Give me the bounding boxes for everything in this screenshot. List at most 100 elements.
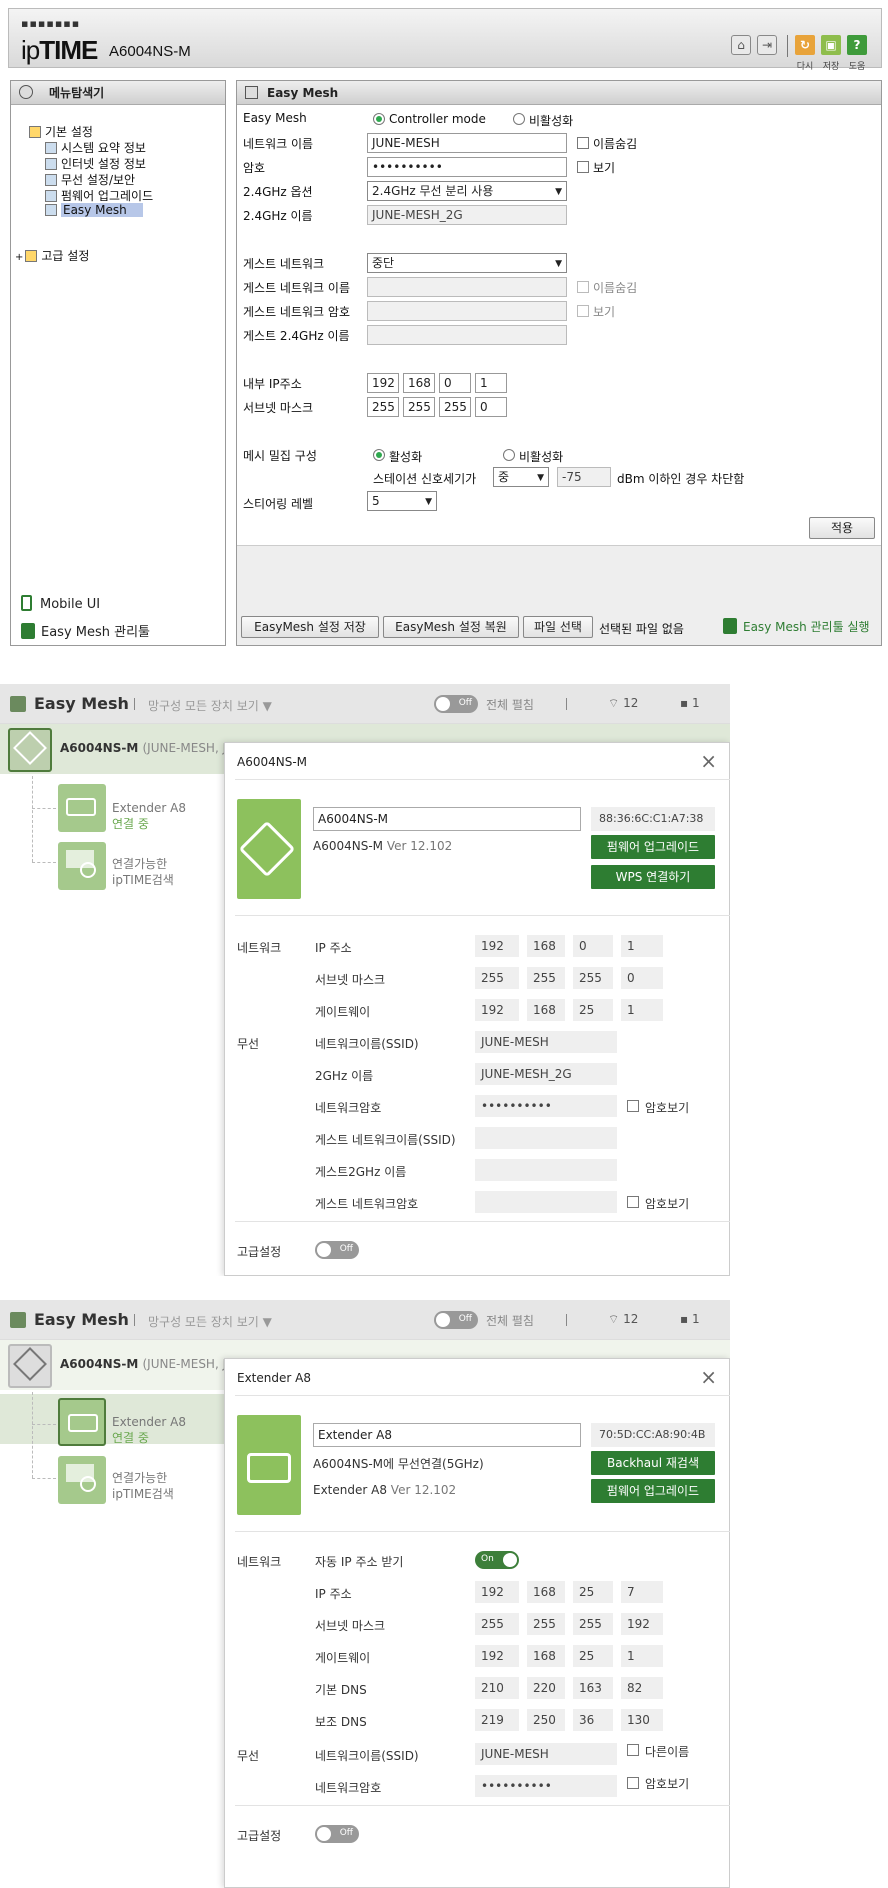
help-icon[interactable]: ? <box>847 35 867 55</box>
tree-advanced[interactable]: + 고급 설정 <box>15 247 89 264</box>
close-icon[interactable]: × <box>700 1365 717 1389</box>
guest24-input[interactable] <box>367 325 567 345</box>
firmware-upgrade-button[interactable]: 펌웨어 업그레이드 <box>591 1479 715 1503</box>
dns2-octet-3[interactable]: 36 <box>573 1709 613 1731</box>
expand-all-toggle[interactable]: Off <box>434 695 478 713</box>
mask-octet-2[interactable]: 255 <box>527 1613 565 1635</box>
ip-octet-3[interactable]: 25 <box>573 1581 613 1603</box>
ip-octet-3[interactable]: 0 <box>573 935 613 957</box>
guest2g-input[interactable] <box>475 1159 617 1181</box>
ip-octet-2[interactable]: 168 <box>403 373 435 393</box>
mesh-enable-radio[interactable] <box>373 449 385 461</box>
gw-octet-2[interactable]: 168 <box>527 1645 565 1667</box>
logout-icon[interactable]: ⇥ <box>757 35 777 55</box>
device-name-input[interactable]: Extender A8 <box>313 1423 581 1447</box>
firmware-upgrade-button[interactable]: 펌웨어 업그레이드 <box>591 835 715 859</box>
wps-connect-button[interactable]: WPS 연결하기 <box>591 865 715 889</box>
gw-octet-4[interactable]: 1 <box>621 1645 663 1667</box>
ip-octet-4[interactable]: 7 <box>621 1581 663 1603</box>
other-name-checkbox[interactable] <box>627 1744 639 1756</box>
ip-octet-1[interactable]: 192 <box>475 1581 519 1603</box>
tree-item-internet[interactable]: 인터넷 설정 정보 <box>45 155 146 172</box>
ip-octet-2[interactable]: 168 <box>527 935 565 957</box>
dns1-octet-1[interactable]: 210 <box>475 1677 519 1699</box>
tree-basic[interactable]: 기본 설정 <box>29 123 93 140</box>
gw-octet-1[interactable]: 192 <box>475 999 519 1021</box>
tree-item-summary[interactable]: 시스템 요약 정보 <box>45 139 146 156</box>
mesh-disable-radio[interactable] <box>503 449 515 461</box>
password-input[interactable]: •••••••••• <box>475 1775 617 1797</box>
save-config-button[interactable]: EasyMesh 설정 저장 <box>241 616 379 638</box>
restore-config-button[interactable]: EasyMesh 설정 복원 <box>383 616 519 638</box>
extender-entry[interactable]: Extender A8 연결 중 <box>112 800 186 832</box>
show-password-checkbox[interactable] <box>627 1777 639 1789</box>
mask-octet-4[interactable]: 192 <box>621 1613 663 1635</box>
guest-hide-name-checkbox[interactable] <box>577 281 589 293</box>
ip-octet-4[interactable]: 1 <box>475 373 507 393</box>
close-icon[interactable]: × <box>700 749 717 773</box>
mask-octet-2[interactable]: 255 <box>403 397 435 417</box>
mask-octet-2[interactable]: 255 <box>527 967 565 989</box>
filter-dropdown[interactable]: 망구성 모든 장치 보기 ▼ <box>148 1313 272 1330</box>
guest-network-select[interactable]: 중단 <box>367 253 567 273</box>
search-device-icon[interactable] <box>58 842 106 890</box>
hide-name-checkbox[interactable] <box>577 137 589 149</box>
station-signal-select[interactable]: 중 <box>493 467 549 487</box>
dns2-octet-1[interactable]: 219 <box>475 1709 519 1731</box>
expand-all-toggle[interactable]: Off <box>434 1311 478 1329</box>
file-select-button[interactable]: 파일 선택 <box>523 616 593 638</box>
mask-octet-3[interactable]: 255 <box>439 397 471 417</box>
search-entry[interactable]: 연결가능한 ipTIME검색 <box>112 856 174 888</box>
show-password-checkbox[interactable] <box>627 1100 639 1112</box>
guest-name-input[interactable] <box>367 277 567 297</box>
mask-octet-4[interactable]: 0 <box>475 397 507 417</box>
ip-octet-1[interactable]: 192 <box>367 373 399 393</box>
save-icon[interactable]: ▣ <box>821 35 841 55</box>
mobile-ui-link[interactable]: Mobile UI <box>21 595 100 612</box>
expand-plus-icon[interactable]: + <box>15 252 23 263</box>
mask-octet-1[interactable]: 255 <box>475 1613 519 1635</box>
ssid-input[interactable]: JUNE-MESH <box>475 1031 617 1053</box>
mask-octet-1[interactable]: 255 <box>367 397 399 417</box>
refresh-icon[interactable]: ↻ <box>795 35 815 55</box>
backhaul-rescan-button[interactable]: Backhaul 재검색 <box>591 1451 715 1475</box>
filter-dropdown[interactable]: 망구성 모든 장치 보기 ▼ <box>148 697 272 714</box>
tree-item-easymesh[interactable]: Easy Mesh <box>45 203 143 217</box>
guest-ssid-input[interactable] <box>475 1127 617 1149</box>
extender-entry[interactable]: Extender A8 연결 중 <box>112 1414 186 1446</box>
guest-password-input[interactable] <box>475 1191 617 1213</box>
gw-octet-4[interactable]: 1 <box>621 999 663 1021</box>
dns1-octet-4[interactable]: 82 <box>621 1677 663 1699</box>
advanced-toggle[interactable]: Off <box>315 1241 359 1259</box>
name2g-input[interactable]: JUNE-MESH_2G <box>475 1063 617 1085</box>
dns1-octet-2[interactable]: 220 <box>527 1677 565 1699</box>
guest-show-password-checkbox[interactable] <box>627 1196 639 1208</box>
gw-octet-3[interactable]: 25 <box>573 1645 613 1667</box>
advanced-toggle[interactable]: Off <box>315 1825 359 1843</box>
name24-input[interactable]: JUNE-MESH_2G <box>367 205 567 225</box>
dns1-octet-3[interactable]: 163 <box>573 1677 613 1699</box>
opt24-select[interactable]: 2.4GHz 무선 분리 사용 <box>367 181 567 201</box>
password-input[interactable]: •••••••••• <box>475 1095 617 1117</box>
run-tool-link[interactable]: Easy Mesh 관리툴 실행 <box>723 618 870 635</box>
guest-password-input[interactable] <box>367 301 567 321</box>
guest-show-checkbox[interactable] <box>577 305 589 317</box>
extender-icon[interactable] <box>58 784 106 832</box>
ip-octet-3[interactable]: 0 <box>439 373 471 393</box>
controller-mode-radio[interactable] <box>373 113 385 125</box>
mask-octet-1[interactable]: 255 <box>475 967 519 989</box>
tree-item-wireless[interactable]: 무선 설정/보안 <box>45 171 135 188</box>
search-device-icon[interactable] <box>58 1456 106 1504</box>
disable-radio[interactable] <box>513 113 525 125</box>
dns2-octet-4[interactable]: 130 <box>621 1709 663 1731</box>
apply-button[interactable]: 적용 <box>809 517 875 539</box>
show-password-checkbox[interactable] <box>577 161 589 173</box>
ip-octet-4[interactable]: 1 <box>621 935 663 957</box>
gw-octet-2[interactable]: 168 <box>527 999 565 1021</box>
tree-item-firmware[interactable]: 펌웨어 업그레이드 <box>45 187 153 204</box>
device-name-input[interactable]: A6004NS-M <box>313 807 581 831</box>
home-icon[interactable]: ⌂ <box>731 35 751 55</box>
search-entry[interactable]: 연결가능한 ipTIME검색 <box>112 1470 174 1502</box>
ip-octet-2[interactable]: 168 <box>527 1581 565 1603</box>
dns2-octet-2[interactable]: 250 <box>527 1709 565 1731</box>
